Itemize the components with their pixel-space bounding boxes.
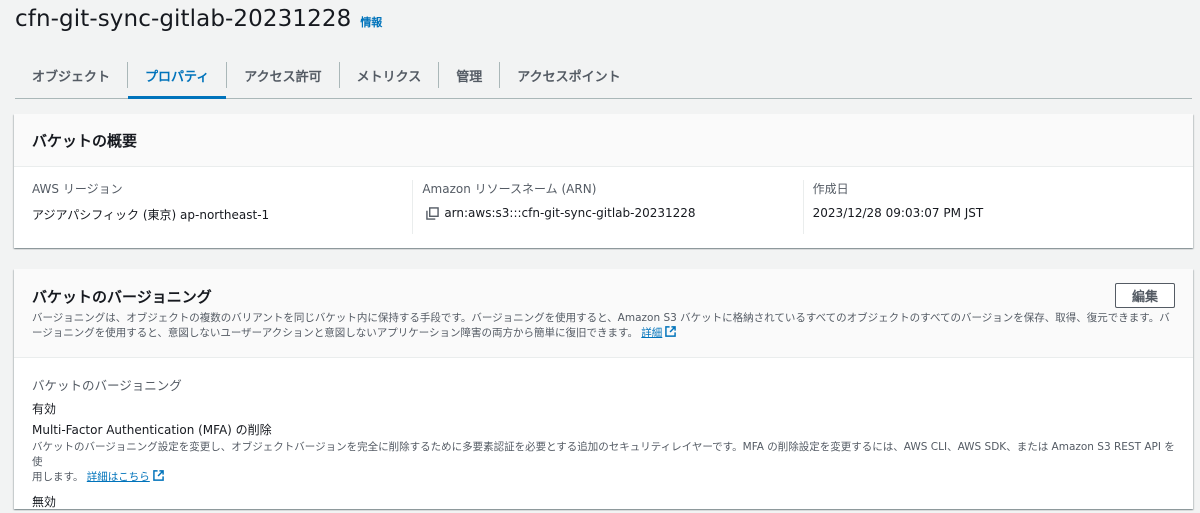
created-field: 作成日 2023/12/28 09:03:07 PM JST: [802, 180, 1193, 234]
versioning-status-label: バケットのバージョニング: [32, 378, 182, 393]
bucket-overview-title: バケットの概要: [32, 131, 138, 150]
bucket-overview-panel: バケットの概要 AWS リージョン アジアパシフィック (東京) ap-nort…: [14, 114, 1193, 248]
versioning-description: バージョニングは、オブジェクトの複数のバリアントを同じバケット内に保持する手段で…: [32, 311, 1177, 341]
region-field: AWS リージョン アジアパシフィック (東京) ap-northeast-1: [14, 180, 412, 234]
arn-field: Amazon リソースネーム (ARN) arn:aws:s3:::cfn-gi…: [412, 180, 802, 234]
tab-objects[interactable]: オブジェクト: [15, 52, 127, 98]
edit-button[interactable]: 編集: [1115, 283, 1175, 308]
tab-properties[interactable]: プロパティ: [128, 52, 227, 99]
mfa-delete-value: 無効: [32, 495, 57, 509]
versioning-description-line2: ージョニングを使用すると、意図しないユーザーアクションと意図しないアプリケーショ…: [32, 327, 638, 339]
bucket-versioning-panel: バケットのバージョニング バージョニングは、オブジェクトの複数のバリアントを同じ…: [14, 269, 1193, 509]
versioning-description-line1: バージョニングは、オブジェクトの複数のバリアントを同じバケット内に保持する手段で…: [32, 312, 1170, 324]
tab-management[interactable]: 管理: [439, 52, 499, 98]
tab-bar: オブジェクト プロパティ アクセス許可 メトリクス 管理 アクセスポイント: [15, 52, 1192, 99]
page-header: cfn-git-sync-gitlab-20231228 情報: [15, 6, 382, 32]
page-title: cfn-git-sync-gitlab-20231228: [15, 6, 352, 32]
bucket-versioning-body: バケットのバージョニング 有効 Multi-Factor Authenticat…: [14, 358, 1193, 510]
created-label: 作成日: [812, 182, 849, 196]
info-link[interactable]: 情報: [360, 14, 382, 30]
tab-permissions[interactable]: アクセス許可: [227, 52, 338, 98]
arn-row: arn:aws:s3:::cfn-git-sync-gitlab-2023122…: [422, 206, 802, 220]
external-link-icon[interactable]: [152, 470, 164, 481]
bucket-overview-grid: AWS リージョン アジアパシフィック (東京) ap-northeast-1 …: [14, 167, 1193, 234]
external-link-icon[interactable]: [665, 326, 677, 337]
tab-access-points[interactable]: アクセスポイント: [500, 52, 637, 98]
region-label: AWS リージョン: [32, 182, 123, 196]
created-value: 2023/12/28 09:03:07 PM JST: [812, 206, 984, 220]
mfa-delete-description: バケットのバージョニング設定を変更し、オブジェクトバージョンを完全に削除するため…: [32, 440, 1180, 485]
mfa-learn-more-link[interactable]: 詳細はこちら: [87, 471, 150, 483]
mfa-description-line1: バケットのバージョニング設定を変更し、オブジェクトバージョンを完全に削除するため…: [32, 441, 1175, 468]
tab-metrics[interactable]: メトリクス: [340, 52, 439, 98]
arn-label: Amazon リソースネーム (ARN): [422, 182, 597, 196]
bucket-overview-header: バケットの概要: [14, 114, 1193, 167]
mfa-delete-label: Multi-Factor Authentication (MFA) の削除: [32, 423, 272, 437]
mfa-description-line2: 用します。: [32, 471, 84, 483]
versioning-status-value: 有効: [32, 402, 57, 416]
bucket-versioning-header: バケットのバージョニング バージョニングは、オブジェクトの複数のバリアントを同じ…: [14, 269, 1193, 358]
versioning-details-link[interactable]: 詳細: [641, 327, 662, 339]
region-value: アジアパシフィック (東京) ap-northeast-1: [32, 208, 270, 222]
arn-value: arn:aws:s3:::cfn-git-sync-gitlab-2023122…: [444, 206, 696, 220]
bucket-versioning-title: バケットのバージョニング: [32, 288, 212, 306]
copy-icon[interactable]: [426, 206, 440, 220]
